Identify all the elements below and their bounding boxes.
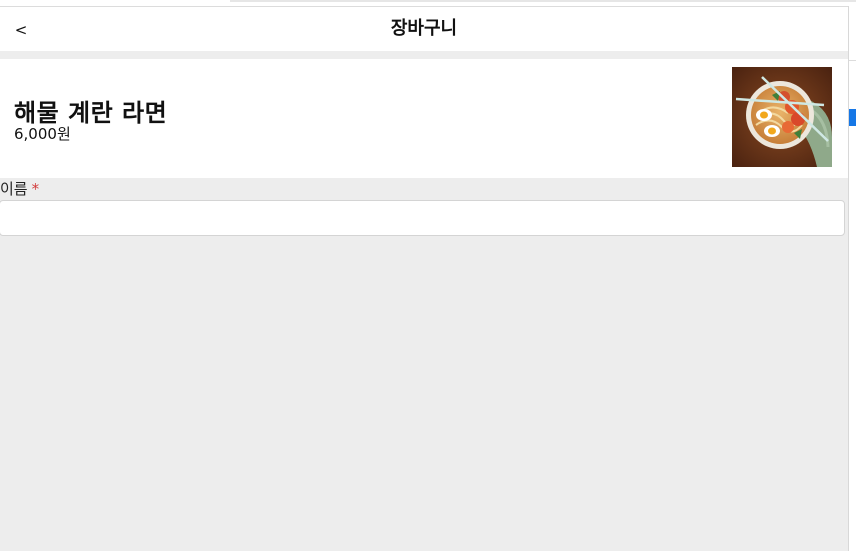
ramen-bowl-icon: [732, 67, 832, 167]
right-gutter: [849, 6, 856, 551]
product-card: 해물 계란 라면 6,000원: [0, 59, 848, 178]
product-price: 6,000원: [14, 125, 71, 143]
name-label-text: 이름: [0, 180, 28, 198]
ramen-bowl-image: [732, 67, 832, 167]
back-button[interactable]: <: [10, 17, 32, 43]
gutter-divider: [849, 60, 856, 61]
name-field-label: 이름 *: [0, 178, 39, 199]
name-input[interactable]: [0, 200, 845, 236]
page-title: 장바구니: [390, 18, 458, 39]
scroll-indicator: [849, 109, 856, 126]
required-mark: *: [31, 180, 40, 198]
top-divider: [230, 0, 856, 2]
page-header: < 장바구니: [0, 6, 848, 51]
cart-page: < 장바구니 해물 계란 라면 6,000원 이름 *: [0, 6, 849, 551]
